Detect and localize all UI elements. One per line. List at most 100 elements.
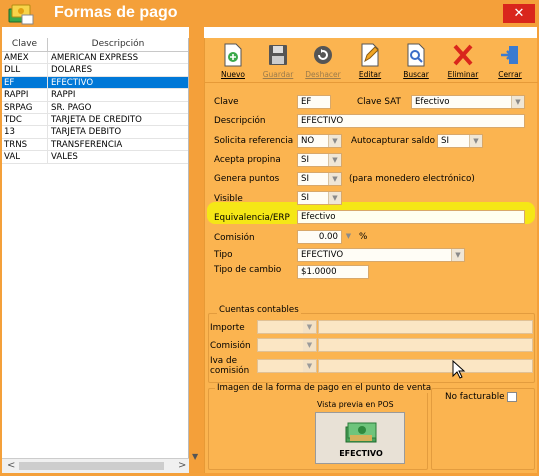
chevron-down-icon[interactable]: ▼ [303, 339, 316, 351]
scroll-left-icon[interactable]: < [7, 460, 15, 471]
column-header-clave[interactable]: Clave [2, 38, 48, 51]
mouse-cursor-icon [452, 360, 466, 379]
chevron-down-icon[interactable]: ▼ [511, 96, 524, 108]
close-window-button[interactable]: ✕ [503, 4, 535, 23]
guardar-label: Guardar [262, 70, 294, 79]
equivalencia-erp-input[interactable]: Efectivo [297, 210, 525, 224]
chevron-down-icon[interactable]: ▼ [328, 154, 341, 166]
tipo-select[interactable]: EFECTIVO ▼ [297, 248, 465, 262]
solicita-referencia-value: NO [301, 136, 315, 146]
new-document-icon [224, 43, 242, 67]
genera-puntos-label: Genera puntos [214, 174, 280, 184]
list-header: Clave Descripción [2, 38, 188, 52]
comision-input[interactable]: 0.00 [297, 230, 342, 244]
undo-icon [314, 46, 332, 64]
nuevo-button[interactable]: Nuevo [215, 38, 251, 83]
row-clave: TDC [2, 113, 48, 126]
toolbar: Nuevo Guardar Deshacer Editar Buscar Eli… [205, 38, 538, 83]
payment-methods-list: Clave Descripción AMEX AMERICAN EXPRESS D… [2, 38, 189, 458]
eliminar-button[interactable]: Eliminar [445, 38, 481, 83]
tipo-label: Tipo [214, 250, 233, 260]
imagen-section-title: Imagen de la forma de pago en el punto d… [215, 383, 434, 393]
clave-input[interactable]: EF [297, 95, 331, 109]
deshacer-label: Deshacer [305, 70, 341, 79]
buscar-button[interactable]: Buscar [398, 38, 434, 83]
genera-puntos-select[interactable]: SI ▼ [297, 172, 342, 186]
scroll-down-icon[interactable]: ▼ [192, 452, 198, 461]
list-row-selected[interactable]: EF EFECTIVO [2, 76, 188, 90]
clave-sat-label: Clave SAT [357, 97, 401, 107]
cerrar-label: Cerrar [498, 70, 522, 79]
chevron-down-icon[interactable]: ▼ [303, 360, 316, 372]
list-row[interactable]: TDC TARJETA DE CREDITO [2, 113, 188, 127]
list-row[interactable]: AMEX AMERICAN EXPRESS [2, 52, 188, 65]
descripcion-input[interactable]: EFECTIVO [297, 114, 525, 128]
autocapturar-saldo-select[interactable]: SI ▼ [437, 134, 483, 148]
guardar-button[interactable]: Guardar [260, 38, 296, 83]
deshacer-button[interactable]: Deshacer [305, 38, 341, 83]
clave-sat-value: Efectivo [415, 97, 450, 107]
comision-account-select[interactable]: ▼ [257, 338, 317, 352]
equivalencia-erp-label: Equivalencia/ERP [214, 213, 290, 223]
comision-account-input[interactable] [318, 338, 533, 352]
genera-puntos-value: SI [301, 174, 309, 184]
genera-puntos-note: (para monedero electrónico) [349, 174, 475, 184]
cerrar-button[interactable]: Cerrar [492, 38, 528, 83]
visible-select[interactable]: SI ▼ [297, 191, 342, 205]
list-row[interactable]: TRNS TRANSFERENCIA [2, 138, 188, 152]
iva-label-line2: comisión [210, 366, 250, 376]
importe-account-select[interactable]: ▼ [257, 320, 317, 334]
iva-account-input[interactable] [318, 359, 533, 373]
edit-pencil-icon [361, 43, 379, 67]
chevron-down-icon[interactable]: ▼ [328, 173, 341, 185]
comision-spinner-icon[interactable]: ▼ [343, 230, 354, 244]
row-clave: RAPPI [2, 89, 48, 101]
tipo-value: EFECTIVO [301, 250, 344, 260]
list-row[interactable]: RAPPI RAPPI [2, 89, 188, 102]
row-descripcion: TARJETA DE CREDITO [51, 114, 142, 125]
row-clave: EF [2, 76, 48, 89]
row-descripcion: EFECTIVO [51, 77, 94, 88]
tipo-cambio-input[interactable]: $1.0000 [297, 265, 369, 279]
solicita-referencia-select[interactable]: NO ▼ [297, 134, 342, 148]
list-row[interactable]: VAL VALES [2, 151, 188, 164]
list-row[interactable]: SRPAG SR. PAGO [2, 101, 188, 114]
scroll-right-icon[interactable]: > [178, 460, 186, 471]
row-clave: SRPAG [2, 101, 48, 113]
chevron-down-icon[interactable]: ▼ [328, 192, 341, 204]
chevron-down-icon[interactable]: ▼ [303, 321, 316, 333]
row-clave: VAL [2, 151, 48, 163]
no-facturable-checkbox[interactable] [507, 392, 517, 402]
comision-unit: % [359, 232, 368, 242]
row-descripcion: TRANSFERENCIA [51, 139, 123, 150]
acepta-propina-select[interactable]: SI ▼ [297, 153, 342, 167]
row-clave: DLL [2, 64, 48, 76]
row-clave: AMEX [2, 52, 48, 64]
list-row[interactable]: DLL DOLARES [2, 64, 188, 77]
acepta-propina-label: Acepta propina [214, 155, 281, 165]
autocapturar-saldo-value: SI [441, 136, 449, 146]
solicita-referencia-label: Solicita referencia [214, 136, 294, 146]
chevron-down-icon[interactable]: ▼ [469, 135, 482, 147]
iva-account-select[interactable]: ▼ [257, 359, 317, 373]
row-descripcion: AMERICAN EXPRESS [51, 53, 139, 63]
clave-sat-select[interactable]: Efectivo ▼ [411, 95, 525, 109]
scrollbar-thumb[interactable] [19, 462, 164, 470]
editar-button[interactable]: Editar [352, 38, 388, 83]
row-descripcion: RAPPI [51, 90, 76, 101]
delete-x-icon [453, 44, 473, 66]
chevron-down-icon[interactable]: ▼ [328, 135, 341, 147]
form-panel: Nuevo Guardar Deshacer Editar Buscar Eli… [204, 38, 538, 473]
acepta-propina-value: SI [301, 155, 309, 165]
importe-account-input[interactable] [318, 320, 533, 334]
list-row[interactable]: 13 TARJETA DEBITO [2, 126, 188, 139]
editar-label: Editar [358, 70, 382, 79]
column-header-descripcion[interactable]: Descripción [48, 38, 188, 51]
pos-preview-button[interactable]: EFECTIVO [315, 412, 405, 464]
cash-money-icon [345, 422, 377, 443]
list-horizontal-scrollbar[interactable]: < > [2, 458, 189, 473]
chevron-down-icon[interactable]: ▼ [451, 249, 464, 261]
vista-previa-label: Vista previa en POS [317, 400, 394, 409]
visible-label: Visible [214, 194, 243, 204]
window-title: Formas de pago [54, 4, 178, 21]
